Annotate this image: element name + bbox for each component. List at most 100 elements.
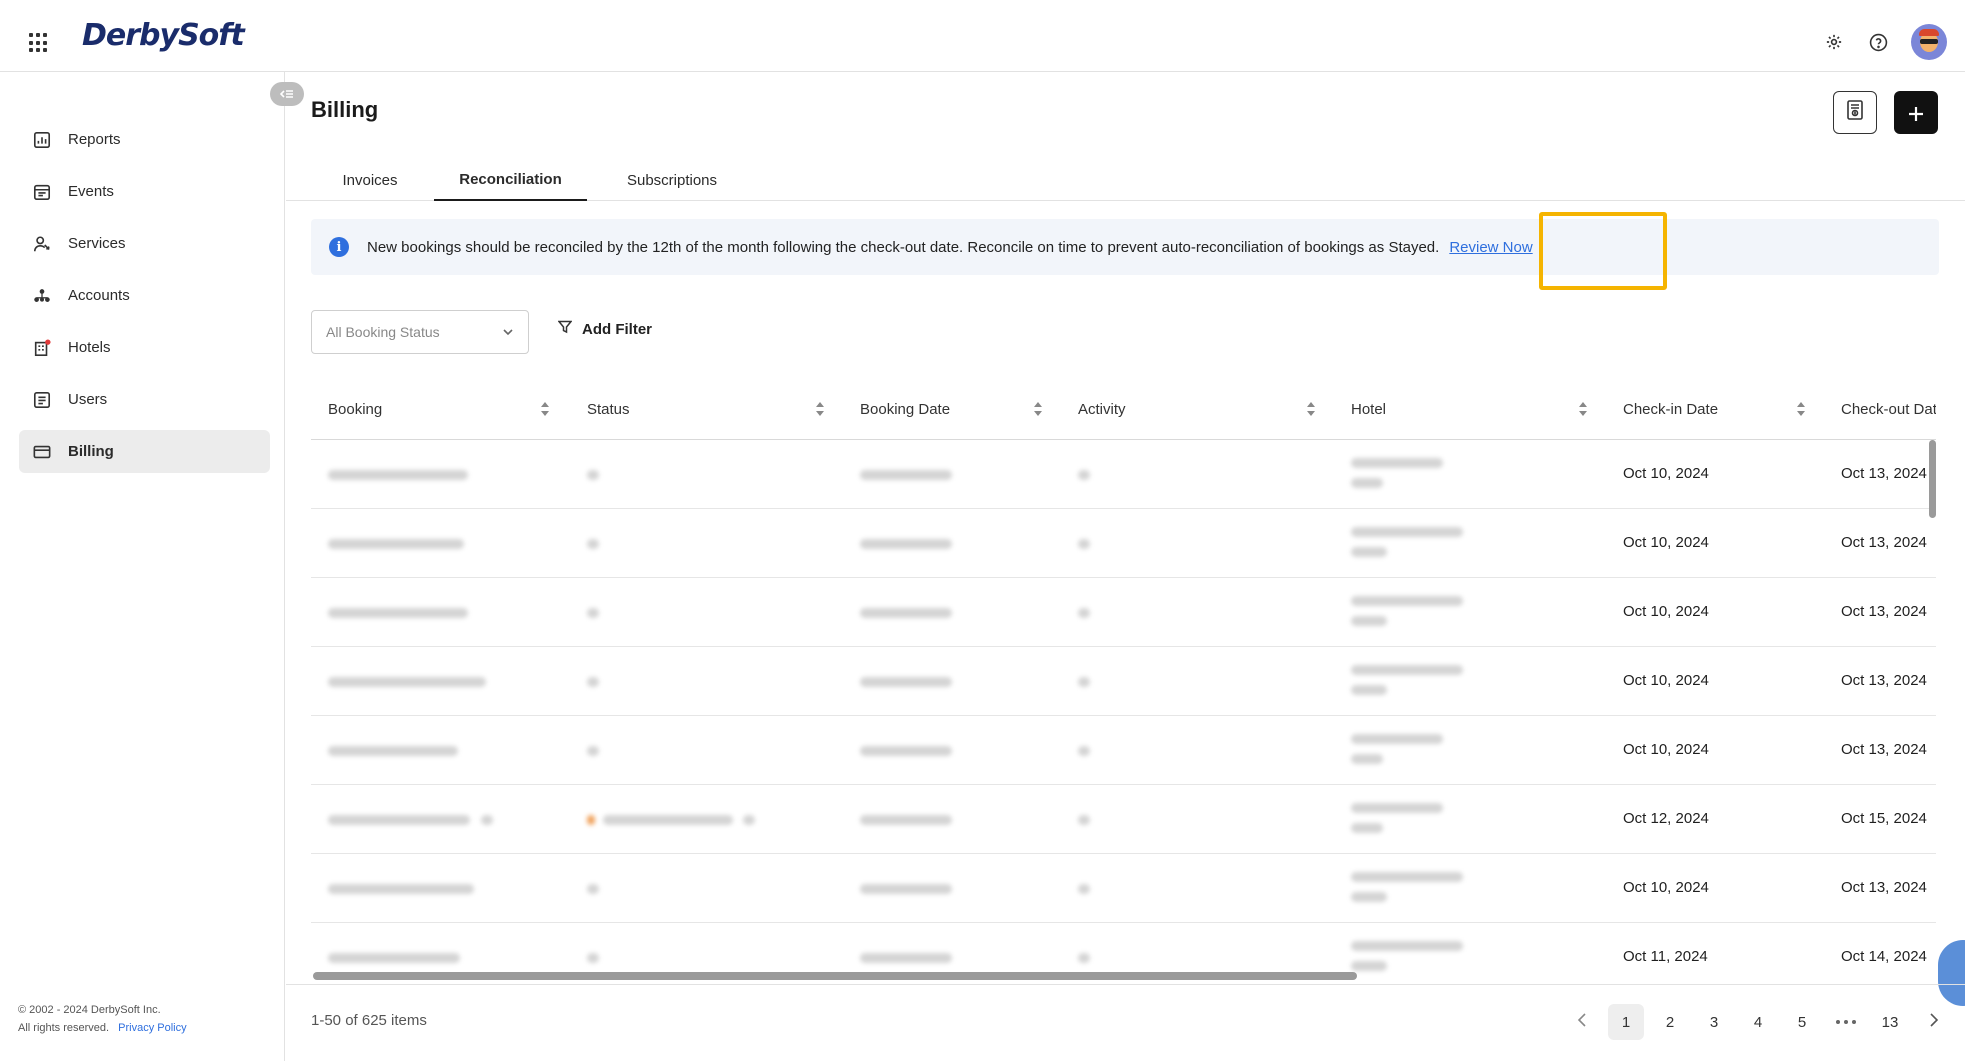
sidebar-item-events[interactable]: Events	[19, 170, 270, 213]
sort-icon[interactable]	[815, 401, 825, 417]
checkout-date: Oct 13, 2024	[1841, 879, 1927, 896]
checkin-date: Oct 10, 2024	[1623, 534, 1709, 551]
checkout-date: Oct 13, 2024	[1841, 603, 1927, 620]
checkin-date: Oct 10, 2024	[1623, 741, 1709, 758]
hotel-code-redacted	[1351, 616, 1387, 626]
column-header-booking-date[interactable]: Booking Date	[860, 378, 950, 440]
page-button-5[interactable]: 5	[1784, 1004, 1820, 1040]
sort-icon[interactable]	[1306, 401, 1316, 417]
column-header-activity[interactable]: Activity	[1078, 378, 1126, 440]
booking-status-select[interactable]: All Booking Status	[311, 310, 529, 354]
booking-id-redacted	[328, 884, 474, 894]
sidebar-item-hotels[interactable]: Hotels	[19, 326, 270, 369]
page-title: Billing	[311, 97, 379, 122]
tab-invoices[interactable]: Invoices	[326, 160, 414, 201]
pagination: 1 2 3 4 5 13	[1556, 1002, 1952, 1042]
checkin-date: Oct 12, 2024	[1623, 810, 1709, 827]
table-row[interactable]: Oct 10, 2024 Oct 13, 2024	[311, 647, 1936, 716]
hotel-name-redacted	[1351, 872, 1463, 882]
prev-page-button[interactable]	[1564, 1004, 1600, 1040]
table-row[interactable]: Oct 12, 2024 Oct 15, 2024	[311, 785, 1936, 854]
help-icon[interactable]	[1867, 31, 1889, 53]
table-row[interactable]: Oct 10, 2024 Oct 13, 2024	[311, 440, 1936, 509]
more-pages-icon[interactable]	[1828, 1004, 1864, 1040]
notice-text: New bookings should be reconciled by the…	[367, 238, 1440, 256]
sidebar-item-users[interactable]: Users	[19, 378, 270, 421]
chevron-left-icon	[1577, 1013, 1587, 1031]
accounts-icon	[32, 286, 52, 306]
billing-icon	[32, 442, 52, 462]
activity-redacted	[1078, 470, 1090, 480]
app-launcher-icon[interactable]	[29, 33, 49, 53]
hotel-name-redacted	[1351, 941, 1463, 951]
collapse-sidebar-button[interactable]	[270, 82, 304, 106]
table-row[interactable]: Oct 11, 2024 Oct 14, 2024	[311, 923, 1936, 978]
reconciliation-notice: i New bookings should be reconciled by t…	[311, 219, 1939, 275]
gear-icon[interactable]	[1823, 31, 1845, 53]
column-header-status[interactable]: Status	[587, 378, 630, 440]
table-header: Booking Status Booking Date Activity Hot…	[311, 378, 1936, 440]
checkout-date: Oct 15, 2024	[1841, 810, 1927, 827]
hotel-name-redacted	[1351, 734, 1443, 744]
top-actions	[1823, 24, 1947, 60]
sort-icon[interactable]	[540, 401, 550, 417]
activity-redacted	[1078, 953, 1090, 963]
rights-text: All rights reserved.	[18, 1022, 110, 1034]
checkout-date: Oct 13, 2024	[1841, 672, 1927, 689]
sidebar-footer: © 2002 - 2024 DerbySoft Inc. All rights …	[18, 1001, 187, 1037]
status-redacted	[587, 608, 599, 618]
copyright-text: © 2002 - 2024 DerbySoft Inc.	[18, 1004, 161, 1016]
user-avatar[interactable]	[1911, 24, 1947, 60]
tab-subscriptions[interactable]: Subscriptions	[613, 160, 731, 201]
brand-logo[interactable]: DerbySoft	[82, 18, 245, 53]
column-header-booking[interactable]: Booking	[328, 378, 382, 440]
review-now-link[interactable]: Review Now	[1449, 239, 1532, 256]
sort-icon[interactable]	[1578, 401, 1588, 417]
table-row[interactable]: Oct 10, 2024 Oct 13, 2024	[311, 509, 1936, 578]
checkout-date: Oct 13, 2024	[1841, 465, 1927, 482]
page-button-2[interactable]: 2	[1652, 1004, 1688, 1040]
column-header-checkin-date[interactable]: Check-in Date	[1623, 378, 1718, 440]
chat-widget-button[interactable]	[1938, 940, 1965, 1006]
status-redacted	[587, 746, 599, 756]
page-button-4[interactable]: 4	[1740, 1004, 1776, 1040]
horizontal-scrollbar[interactable]	[313, 972, 1357, 980]
sidebar-item-accounts[interactable]: Accounts	[19, 274, 270, 317]
hotel-code-redacted	[1351, 685, 1387, 695]
page-button-3[interactable]: 3	[1696, 1004, 1732, 1040]
status-redacted	[587, 539, 599, 549]
sort-icon[interactable]	[1796, 401, 1806, 417]
activity-redacted	[1078, 677, 1090, 687]
checkin-date: Oct 11, 2024	[1623, 948, 1708, 965]
sidebar-item-reports[interactable]: Reports	[19, 118, 270, 161]
sidebar-item-billing[interactable]: Billing	[19, 430, 270, 473]
info-icon: i	[329, 237, 349, 257]
page-button-last[interactable]: 13	[1872, 1004, 1908, 1040]
checkin-date: Oct 10, 2024	[1623, 465, 1709, 482]
tab-reconciliation[interactable]: Reconciliation	[434, 160, 587, 201]
vertical-scrollbar[interactable]	[1929, 440, 1936, 518]
next-page-button[interactable]	[1916, 1004, 1952, 1040]
sidebar-item-services[interactable]: Services	[19, 222, 270, 265]
table-row[interactable]: Oct 10, 2024 Oct 13, 2024	[311, 578, 1936, 647]
sort-icon[interactable]	[1033, 401, 1043, 417]
column-header-checkout-date[interactable]: Check-out Date	[1841, 378, 1936, 440]
column-header-hotel[interactable]: Hotel	[1351, 378, 1386, 440]
info-icon	[743, 815, 755, 825]
export-report-button[interactable]	[1833, 91, 1877, 134]
booking-id-redacted	[328, 677, 486, 687]
table-row[interactable]: Oct 10, 2024 Oct 13, 2024	[311, 854, 1936, 923]
billing-tabs: Invoices Reconciliation Subscriptions	[286, 160, 1965, 201]
booking-id-redacted	[328, 815, 470, 825]
add-button[interactable]	[1894, 91, 1938, 134]
activity-redacted	[1078, 539, 1090, 549]
booking-date-redacted	[860, 746, 952, 756]
privacy-policy-link[interactable]: Privacy Policy	[118, 1022, 186, 1034]
page-button-1[interactable]: 1	[1608, 1004, 1644, 1040]
add-filter-button[interactable]: Add Filter	[557, 320, 652, 338]
sidebar-item-label: Events	[68, 183, 114, 200]
users-icon	[32, 390, 52, 410]
table-row[interactable]: Oct 10, 2024 Oct 13, 2024	[311, 716, 1936, 785]
checkout-date: Oct 13, 2024	[1841, 534, 1927, 551]
report-icon	[1846, 100, 1864, 125]
